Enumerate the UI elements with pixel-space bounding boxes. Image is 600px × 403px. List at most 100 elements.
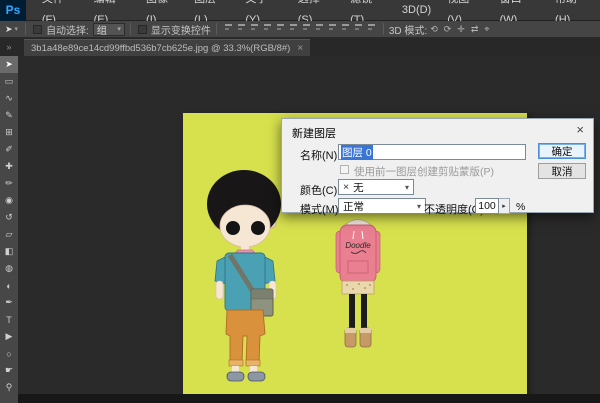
3d-rotate-camera-icon[interactable]: ⟲ [430,24,438,34]
align-right-edges-icon[interactable] [289,23,298,32]
boy-bag-flap [251,289,273,299]
path-selection-tool[interactable]: ▶ [0,328,18,345]
tool-preset-caret-icon[interactable]: ▾ [15,25,19,33]
3d-pan-camera-icon[interactable]: ✛ [457,24,465,34]
auto-select-checkbox[interactable] [33,25,42,34]
status-bar [18,394,600,403]
opacity-unit: % [516,201,525,213]
quick-selection-tool[interactable]: ✎ [0,107,18,124]
layer-name-value: 图层 0 [341,145,373,160]
3d-mode-icons-group: ⟲ ⟳ ✛ ⇄ ⌖ [427,24,492,35]
ok-button[interactable]: 确定 [538,143,586,159]
3d-slide-camera-icon[interactable]: ⇄ [471,24,479,34]
girl-leg-left [349,294,355,329]
eyedropper-tool[interactable]: ✐ [0,141,18,158]
distribute-bottom-edges-icon[interactable] [328,23,337,32]
ellipse-tool[interactable]: ○ [0,345,18,362]
document-tab-title: 3b1a48e89ce14cd99ffbd536b7cb625e.jpg @ 3… [31,43,290,54]
menu-bar: Ps 文件(F)编辑(E)图像(I)图层(L)文字(Y)选择(S)滤镜(T)3D… [0,0,600,21]
boy-arm-left [216,281,223,299]
chevron-down-icon: ▾ [397,183,409,192]
mode-dropdown[interactable]: 正常 ▾ [338,198,426,214]
move-tool-preset-icon[interactable]: ➤ [5,24,13,35]
distribute-horizontal-centers-icon[interactable] [354,23,363,32]
tool-options-bar: ➤ ▾ 自动选择: 组 ▾ 显示变换控件 3D 模式: ⟲⟳✛⇄⌖ [0,21,600,38]
close-icon[interactable]: × [297,43,303,54]
boy-pants [226,310,265,364]
document-tab[interactable]: 3b1a48e89ce14cd99ffbd536b7cb625e.jpg @ 3… [24,39,310,56]
move-tool[interactable]: ➤ [0,56,18,73]
boy-shoe-right [248,372,265,381]
spot-healing-brush-tool[interactable]: ✚ [0,158,18,175]
dialog-close-icon[interactable]: × [576,123,584,136]
tools-panel: ➤▭∿✎⊞✐✚✏◉↺▱◧◍◐✒T▶○☛⚲ [0,56,18,403]
girl-boot-fur-left [345,328,356,333]
girl-shorts-dot [364,287,366,289]
align-bottom-edges-icon[interactable] [250,23,259,32]
divider [216,23,217,35]
align-left-edges-icon[interactable] [263,23,272,32]
chevron-down-icon: ▾ [111,25,121,33]
pen-tool[interactable]: ✒ [0,294,18,311]
dialog-title: 新建图层 [292,125,336,141]
mode-label: 模式(M): [300,201,342,217]
dodge-tool[interactable]: ◐ [0,277,18,294]
boy-cuff-left [229,360,243,366]
menu-item[interactable]: 3D(D) [394,0,439,21]
zoom-tool[interactable]: ⚲ [0,379,18,396]
divider [383,23,384,35]
chevron-down-icon: ▾ [409,202,421,211]
girl-hoodie [340,225,376,283]
girl-shorts [342,281,374,294]
girl-shorts-dot [352,288,354,290]
color-dropdown[interactable]: × 无 ▾ [338,179,414,195]
eraser-tool[interactable]: ▱ [0,226,18,243]
color-value: 无 [353,180,364,195]
photoshop-logo-icon: Ps [0,0,26,21]
crop-tool[interactable]: ⊞ [0,124,18,141]
girl-boot-fur-right [360,328,371,333]
distribute-left-edges-icon[interactable] [341,23,350,32]
align-horizontal-centers-icon[interactable] [276,23,285,32]
align-icons-group [222,23,378,35]
boy-cuff-right [246,360,260,366]
clone-stamp-tool[interactable]: ◉ [0,192,18,209]
toolbar-collapse-icon[interactable]: » [0,38,18,56]
3d-zoom-camera-icon[interactable]: ⌖ [484,24,489,34]
gradient-tool[interactable]: ◧ [0,243,18,260]
3d-mode-label: 3D 模式: [389,22,427,37]
history-brush-tool[interactable]: ↺ [0,209,18,226]
mode-value: 正常 [343,199,364,214]
new-layer-dialog: 新建图层 × 名称(N): 图层 0 确定 取消 使用前一图层创建剪贴蒙版(P)… [281,118,594,213]
show-transform-controls-checkbox[interactable] [138,25,147,34]
rectangular-marquee-tool[interactable]: ▭ [0,73,18,90]
auto-select-label: 自动选择: [46,22,89,37]
distribute-right-edges-icon[interactable] [367,23,376,32]
opacity-input[interactable]: 100 [475,198,499,214]
blur-tool[interactable]: ◍ [0,260,18,277]
clipping-mask-checkbox[interactable] [340,165,349,174]
brush-tool[interactable]: ✏ [0,175,18,192]
horizontal-type-tool[interactable]: T [0,311,18,328]
clipping-mask-label: 使用前一图层创建剪贴蒙版(P) [354,164,494,179]
distribute-top-edges-icon[interactable] [302,23,311,32]
boy-drawing [203,168,292,382]
3d-roll-camera-icon[interactable]: ⟳ [444,24,452,34]
lasso-tool[interactable]: ∿ [0,90,18,107]
align-vertical-centers-icon[interactable] [237,23,246,32]
girl-shorts-dot [346,284,348,286]
cancel-button[interactable]: 取消 [538,163,586,179]
opacity-spinner-icon[interactable]: ▸ [499,198,510,214]
hand-tool[interactable]: ☛ [0,362,18,379]
boy-eye-left [226,221,240,235]
layer-name-input[interactable]: 图层 0 [338,144,526,160]
auto-select-dropdown[interactable]: 组 ▾ [93,23,125,36]
divider [25,23,26,35]
document-tab-bar: » 3b1a48e89ce14cd99ffbd536b7cb625e.jpg @… [0,38,600,56]
girl-shorts-dot [358,283,360,285]
girl-shorts-dot [369,284,371,286]
no-color-icon: × [343,181,349,193]
distribute-vertical-centers-icon[interactable] [315,23,324,32]
align-top-edges-icon[interactable] [224,23,233,32]
color-label: 颜色(C): [300,182,340,198]
